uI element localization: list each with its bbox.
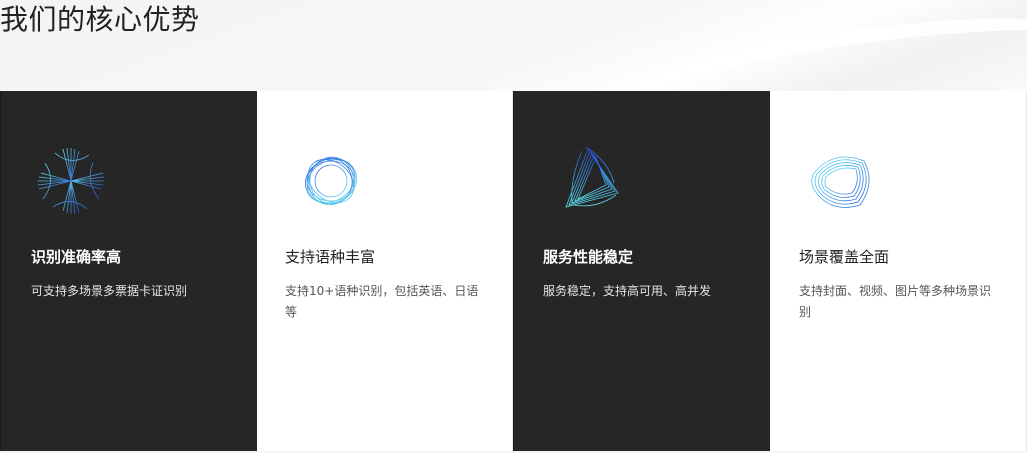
card-description: 可支持多场景多票据卡证识别 — [31, 284, 188, 298]
feature-card-accuracy: 识别准确率高 可支持多场景多票据卡证识别 — [0, 91, 257, 451]
language-ring-icon — [305, 156, 357, 206]
card-title: 识别准确率高 — [31, 248, 122, 266]
accuracy-swirl-icon — [37, 147, 105, 215]
card-description: 支持封面、视频、图片等多种场景识别 — [799, 284, 992, 319]
feature-cards: 识别准确率高 可支持多场景多票据卡证识别 支持语种丰富 支持10+语种识别，包括 — [0, 91, 1027, 451]
feature-card-stability: 服务性能稳定 服务稳定，支持高可用、高并发 — [513, 91, 770, 451]
card-title: 服务性能稳定 — [543, 248, 634, 266]
card-title: 支持语种丰富 — [285, 248, 376, 266]
header-decoration — [553, 0, 1027, 91]
stability-triangle-icon — [565, 146, 619, 208]
card-title: 场景覆盖全面 — [799, 248, 890, 266]
section-header: 我们的核心优势 — [0, 0, 1027, 91]
card-description: 服务稳定，支持高可用、高并发 — [543, 284, 712, 298]
feature-card-coverage: 场景覆盖全面 支持封面、视频、图片等多种场景识别 — [770, 91, 1027, 451]
coverage-ring-icon — [811, 156, 870, 208]
feature-card-languages: 支持语种丰富 支持10+语种识别，包括英语、日语等 — [257, 91, 513, 451]
card-description: 支持10+语种识别，包括英语、日语等 — [285, 284, 479, 319]
section-title: 我们的核心优势 — [0, 3, 200, 36]
